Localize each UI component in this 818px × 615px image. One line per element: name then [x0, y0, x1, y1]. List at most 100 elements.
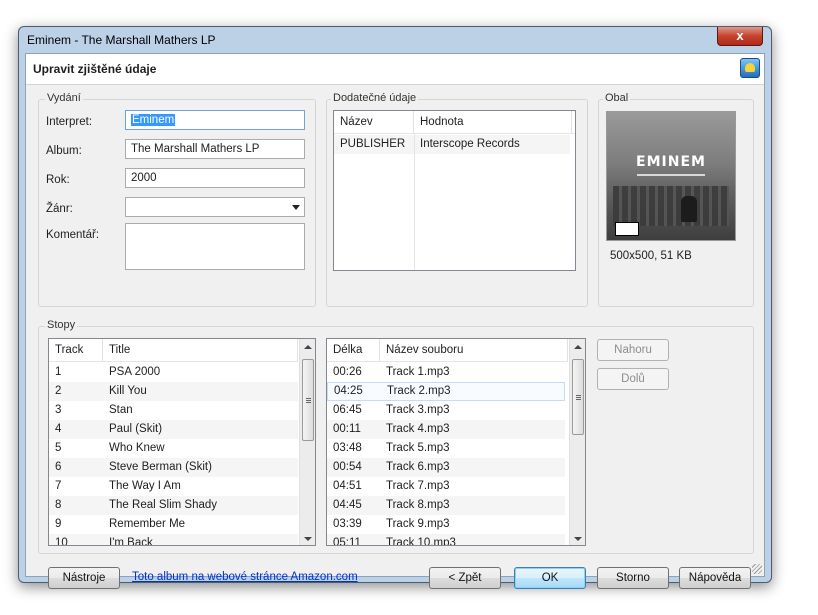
track-length: 03:48 [333, 442, 362, 454]
track-filename: Track 5.mp3 [386, 442, 450, 454]
window-title: Eminem - The Marshall Mathers LP [27, 33, 216, 47]
scroll-thumb[interactable] [572, 359, 584, 435]
track-filename: Track 1.mp3 [386, 366, 450, 378]
table-row[interactable]: 00:54 Track 6.mp3 [327, 458, 565, 477]
scroll-thumb[interactable] [302, 359, 314, 441]
dialog-heading: Upravit zjištěné údaje [33, 62, 157, 76]
table-row[interactable]: 5 Who Knew [49, 439, 298, 458]
table-row[interactable]: 1 PSA 2000 [49, 363, 298, 382]
track-title: The Real Slim Shady [109, 499, 218, 511]
release-group-label: Vydání [45, 92, 83, 104]
year-input[interactable]: 2000 [125, 168, 305, 188]
resize-grip-icon[interactable] [752, 564, 762, 574]
album-cover-image[interactable]: EMINEM [606, 111, 736, 241]
table-row[interactable]: 03:39 Track 9.mp3 [327, 515, 565, 534]
move-down-button[interactable]: Dolů [597, 368, 669, 390]
track-filename: Track 2.mp3 [387, 385, 451, 397]
table-row[interactable]: 4 Paul (Skit) [49, 420, 298, 439]
track-length: 00:26 [333, 366, 362, 378]
track-filename: Track 6.mp3 [386, 461, 450, 473]
comment-input[interactable] [125, 223, 305, 270]
column-header-filename[interactable]: Název souboru [380, 339, 568, 361]
list-item[interactable]: PUBLISHER Interscope Records [334, 135, 570, 154]
grip-line [306, 402, 311, 403]
track-number: 8 [55, 499, 62, 511]
close-button[interactable]: x [717, 27, 763, 46]
tracks-scrollbar[interactable] [299, 339, 315, 545]
table-row[interactable]: 10 I'm Back [49, 534, 298, 546]
cover-art-figure [681, 196, 697, 222]
scroll-up-icon[interactable] [304, 345, 312, 349]
genre-select[interactable] [125, 197, 305, 217]
table-row[interactable]: 2 Kill You [49, 382, 298, 401]
table-row[interactable]: 06:45 Track 3.mp3 [327, 401, 565, 420]
artist-value: Eminem [131, 114, 176, 126]
column-header-title[interactable]: Title [103, 339, 298, 361]
track-filename: Track 7.mp3 [386, 480, 450, 492]
extra-list[interactable]: Název Hodnota PUBLISHER Interscope Recor… [333, 110, 576, 271]
track-title: Who Knew [109, 442, 165, 454]
tracks-list[interactable]: Track Title 1 PSA 2000 2 Kill You 3 Stan 4 Paul… [48, 338, 316, 546]
files-list[interactable]: Délka Název souboru 00:26 Track 1.mp3 04:2… [326, 338, 586, 546]
app-icon [740, 58, 760, 78]
extra-group-label: Dodatečné údaje [331, 92, 419, 104]
track-title: Paul (Skit) [109, 423, 163, 435]
table-row[interactable]: 04:51 Track 7.mp3 [327, 477, 565, 496]
title-bar[interactable]: Eminem - The Marshall Mathers LP x [19, 27, 771, 53]
column-header-name[interactable]: Název [334, 111, 414, 133]
files-scrollbar[interactable] [569, 339, 585, 545]
table-row[interactable]: 00:11 Track 4.mp3 [327, 420, 565, 439]
extra-list-header: Název Hodnota [334, 111, 575, 134]
track-length: 04:51 [333, 480, 362, 492]
album-input[interactable]: The Marshall Mathers LP [125, 139, 305, 159]
dialog-header: Upravit zjištěné údaje [26, 54, 764, 85]
scroll-down-icon[interactable] [304, 537, 312, 541]
ok-button[interactable]: OK [514, 567, 586, 589]
extra-value: Interscope Records [420, 138, 520, 150]
track-number: 1 [55, 366, 62, 378]
track-title: Remember Me [109, 518, 186, 530]
table-row[interactable]: 3 Stan [49, 401, 298, 420]
track-number: 10 [55, 537, 68, 546]
amazon-link[interactable]: Toto album na webové stránce Amazon.com [132, 571, 358, 583]
table-row[interactable]: 05:11 Track 10.mp3 [327, 534, 565, 546]
table-row[interactable]: 6 Steve Berman (Skit) [49, 458, 298, 477]
track-filename: Track 10.mp3 [386, 537, 456, 546]
year-label: Rok: [46, 174, 70, 186]
table-row[interactable]: 7 The Way I Am [49, 477, 298, 496]
tracks-list-header: Track Title [49, 339, 298, 362]
scroll-up-icon[interactable] [574, 345, 582, 349]
table-row[interactable]: 04:25 Track 2.mp3 [327, 382, 565, 401]
back-button[interactable]: < Zpět [429, 567, 501, 589]
cover-art-house [613, 186, 729, 226]
track-number: 5 [55, 442, 62, 454]
cancel-button[interactable]: Storno [597, 567, 669, 589]
table-row[interactable]: 9 Remember Me [49, 515, 298, 534]
grip-line [576, 399, 581, 400]
column-header-track[interactable]: Track [49, 339, 103, 361]
track-length: 00:11 [333, 423, 361, 435]
table-row[interactable]: 03:48 Track 5.mp3 [327, 439, 565, 458]
column-divider [414, 133, 415, 270]
column-header-length[interactable]: Délka [327, 339, 380, 361]
tools-button[interactable]: Nástroje [48, 567, 120, 589]
table-row[interactable]: 04:45 Track 8.mp3 [327, 496, 565, 515]
track-number: 6 [55, 461, 62, 473]
column-header-value[interactable]: Hodnota [414, 111, 572, 133]
grip-line [576, 395, 581, 396]
genre-label: Žánr: [46, 203, 73, 215]
help-button[interactable]: Nápověda [679, 567, 751, 589]
scroll-down-icon[interactable] [574, 537, 582, 541]
table-row[interactable]: 00:26 Track 1.mp3 [327, 363, 565, 382]
track-filename: Track 9.mp3 [386, 518, 450, 530]
move-up-button[interactable]: Nahoru [597, 339, 669, 361]
track-title: Steve Berman (Skit) [109, 461, 212, 473]
grip-line [306, 398, 311, 399]
artist-input[interactable]: Eminem [125, 110, 305, 130]
cover-info: 500x500, 51 KB [610, 250, 692, 262]
track-number: 4 [55, 423, 62, 435]
album-label: Album: [46, 145, 82, 157]
track-number: 9 [55, 518, 62, 530]
table-row[interactable]: 8 The Real Slim Shady [49, 496, 298, 515]
track-length: 04:45 [333, 499, 362, 511]
